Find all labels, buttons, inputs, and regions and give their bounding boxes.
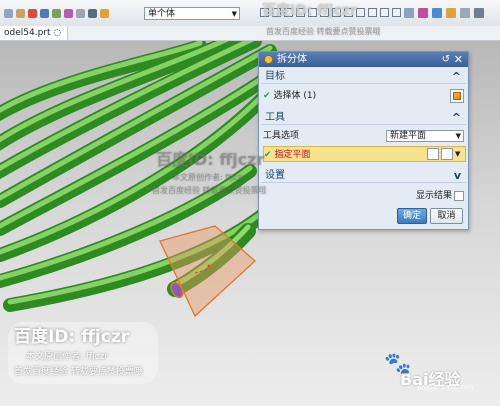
specify-plane-label: 指定平面 [274, 150, 311, 160]
nx-window: 单个体 ▼ odel54.prt ◌ 百度ID: ffjczr 首发百度经验 转… [0, 0, 500, 406]
cube-icon [453, 92, 461, 100]
specify-plane-row[interactable]: ✔ 指定平面 ▼ [263, 146, 466, 162]
baidu-logo-url: jingyan.baidu.com [418, 384, 474, 391]
snap-tangent-icon[interactable] [356, 8, 365, 17]
snap-line-icon[interactable] [284, 8, 293, 17]
reset-icon[interactable]: ↺ [442, 52, 450, 67]
selection-filter-value: 单个体 [148, 9, 176, 19]
view-grid-icon[interactable] [460, 8, 470, 18]
lasso-icon[interactable] [52, 9, 61, 18]
chevron-down-icon: ▼ [455, 132, 461, 140]
snap-point-icons [260, 8, 401, 17]
chevron-down-icon: ▼ [231, 10, 237, 18]
pick-icon[interactable] [64, 9, 73, 18]
baidu-jingyan-logo: 🐾 Bai经验 jingyan.baidu.com [384, 352, 494, 392]
chevron-up-icon: ^ [451, 70, 461, 83]
snap-cross-icon[interactable] [344, 8, 353, 17]
snap-quad-icon[interactable] [368, 8, 377, 17]
tool-option-label: 工具选项 [263, 131, 300, 141]
close-icon[interactable]: ✕ [454, 52, 463, 67]
view-more-icon[interactable] [474, 8, 484, 18]
view-shade-icon[interactable] [418, 8, 428, 18]
view-orient-icon[interactable] [432, 8, 442, 18]
cancel-button[interactable]: 取消 [430, 208, 463, 224]
snap-pole-icon[interactable] [380, 8, 389, 17]
close-tab-icon[interactable]: ◌ [53, 28, 61, 38]
arrow-icon[interactable] [40, 9, 49, 18]
tool-option-value: 新建平面 [390, 131, 427, 141]
eye-icon[interactable] [88, 9, 97, 18]
chevron-up-icon: ^ [451, 111, 461, 124]
snap-plus-icon[interactable] [308, 8, 317, 17]
snap-face-icon[interactable] [392, 8, 401, 17]
view-fit-icon[interactable] [404, 8, 414, 18]
check-icon: ✔ [264, 150, 272, 160]
plane-icon[interactable] [441, 148, 453, 160]
select-body-row[interactable]: ✔ 选择体 (1) [263, 88, 466, 104]
tool-option-select[interactable]: 新建平面 ▼ [386, 130, 464, 142]
gear-icon [264, 55, 273, 64]
file-tab-label: odel54.prt [4, 28, 51, 38]
view-icons [404, 8, 484, 18]
top-toolbar: 单个体 ▼ [0, 0, 500, 27]
split-body-dialog: 拆分体 ↺ ✕ 目标 ^ ✔ 选择体 (1) 工具 ^ 工具选项 新建平面 ▼ ✔… [258, 51, 469, 230]
tool-option-row: 工具选项 新建平面 ▼ [263, 128, 466, 144]
body-icon[interactable] [100, 9, 109, 18]
preview-row: 显示结果 [263, 189, 466, 203]
snap-end-icon[interactable] [260, 8, 269, 17]
snap-angle-icon[interactable] [296, 8, 305, 17]
snap-point-icon[interactable] [332, 8, 341, 17]
target-section-label: 目标 [265, 71, 285, 82]
settings-section-header[interactable]: 设置 v [261, 168, 466, 183]
dialog-titlebar[interactable]: 拆分体 ↺ ✕ [259, 52, 468, 67]
tool-section-header[interactable]: 工具 ^ [261, 110, 466, 125]
snap-mid-icon[interactable] [272, 8, 281, 17]
view-layer-icon[interactable] [446, 8, 456, 18]
settings-section-label: 设置 [265, 170, 285, 181]
select-icon[interactable] [4, 9, 13, 18]
toolbar-icons [4, 9, 109, 18]
selection-filter-select[interactable]: 单个体 ▼ [144, 7, 240, 20]
file-tab-bar: odel54.prt ◌ [0, 26, 500, 41]
select-body-label: 选择体 (1) [273, 91, 317, 101]
dialog-title: 拆分体 [277, 54, 307, 65]
select-body-button[interactable] [450, 89, 464, 103]
box-icon[interactable] [76, 9, 85, 18]
chevron-down-icon: v [453, 169, 461, 182]
snap-circle-icon[interactable] [320, 8, 329, 17]
check-icon: ✔ [263, 91, 271, 101]
magnifier-icon[interactable] [454, 190, 464, 201]
target-section-header[interactable]: 目标 ^ [261, 69, 466, 84]
chevron-down-icon[interactable]: ▼ [455, 148, 461, 160]
file-tab[interactable]: odel54.prt ◌ [0, 26, 69, 40]
deselect-icon[interactable] [16, 9, 25, 18]
show-result-label: 显示结果 [415, 191, 452, 201]
ok-button[interactable]: 确定 [397, 208, 427, 224]
tool-section-label: 工具 [265, 112, 285, 123]
plane-dialog-icon[interactable] [427, 148, 439, 160]
watermark-bubble [8, 322, 158, 384]
filter-icon[interactable] [28, 9, 37, 18]
